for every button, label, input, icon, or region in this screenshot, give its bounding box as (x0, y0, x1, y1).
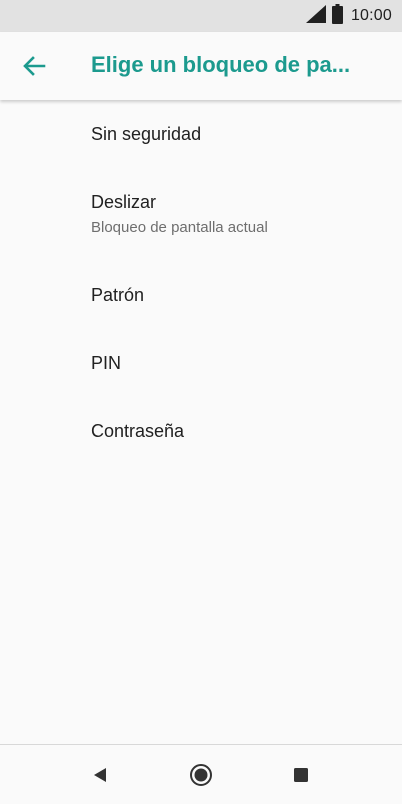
option-title: PIN (91, 353, 122, 373)
option-pin[interactable]: PIN (91, 353, 391, 374)
status-time: 10:00 (350, 7, 392, 24)
option-title: Sin seguridad (91, 124, 202, 144)
back-triangle-icon[interactable] (86, 761, 114, 789)
option-title: Patrón (91, 285, 145, 305)
status-bar: 10:00 (0, 0, 402, 32)
navigation-bar (0, 744, 402, 804)
option-sin-seguridad[interactable]: Sin seguridad (91, 124, 391, 145)
page-title: Elige un bloqueo de pa... (91, 52, 351, 77)
app-bar: Elige un bloqueo de pa... (0, 32, 402, 100)
option-title: Contraseña (91, 421, 185, 441)
option-deslizar[interactable]: Deslizar Bloqueo de pantalla actual (91, 192, 391, 236)
recents-square-icon[interactable] (287, 761, 315, 789)
battery-icon (331, 3, 343, 29)
option-contrasena[interactable]: Contraseña (91, 421, 391, 442)
option-title: Deslizar (91, 192, 157, 212)
home-circle-icon[interactable] (187, 761, 215, 789)
back-arrow-icon[interactable] (20, 52, 50, 80)
signal-icon (305, 4, 326, 28)
status-icons: 10:00 (305, 0, 392, 32)
option-patron[interactable]: Patrón (91, 285, 391, 306)
option-subtitle: Bloqueo de pantalla actual (91, 219, 268, 236)
